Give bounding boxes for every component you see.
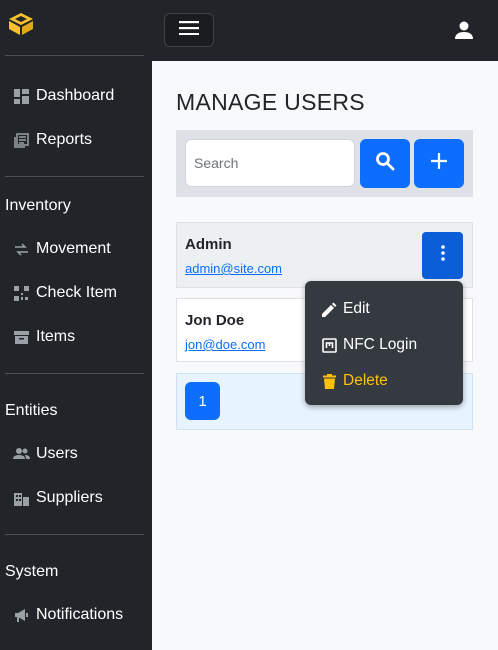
edit-menu-item[interactable]: Edit — [321, 300, 370, 318]
sidebar-item-label: Notifications — [36, 606, 124, 623]
menu-item-label: Delete — [343, 372, 388, 389]
sidebar-item-label: Suppliers — [36, 489, 103, 506]
search-button[interactable] — [360, 139, 410, 188]
user-actions-dropdown: Edit NFC Login Delete — [305, 281, 463, 405]
section-heading-entities: Entities — [5, 402, 58, 419]
nfc-login-menu-item[interactable]: NFC Login — [321, 336, 417, 354]
qr-code-icon — [12, 284, 30, 302]
suppliers-icon — [12, 489, 30, 507]
dashboard-icon — [12, 87, 30, 105]
sidebar-item-label: Reports — [36, 131, 93, 148]
page-button[interactable]: 1 — [185, 382, 220, 420]
divider — [5, 176, 144, 177]
sidebar-item-label: Check Item — [36, 284, 117, 301]
delete-menu-item[interactable]: Delete — [321, 372, 388, 390]
page-title: MANAGE USERS — [176, 89, 365, 115]
menu-item-label: Edit — [343, 300, 370, 317]
user-name: Admin — [185, 236, 232, 253]
user-email[interactable]: jon@doe.com — [185, 337, 265, 352]
sidebar-item-notifications[interactable]: Notifications — [12, 606, 123, 624]
archive-icon — [12, 328, 30, 346]
sidebar-item-movement[interactable]: Movement — [12, 240, 111, 258]
users-icon — [12, 445, 30, 463]
sidebar-item-items[interactable]: Items — [12, 328, 75, 346]
user-email[interactable]: admin@site.com — [185, 261, 282, 276]
divider — [5, 534, 144, 535]
movement-icon — [12, 240, 30, 258]
search-bar — [176, 130, 473, 197]
menu-item-label: NFC Login — [343, 336, 418, 353]
search-icon — [375, 151, 395, 176]
user-actions-button[interactable] — [422, 232, 463, 279]
hamburger-icon — [179, 20, 199, 40]
plus-icon — [430, 152, 448, 175]
sidebar-item-label: Items — [36, 328, 76, 345]
box-logo-icon[interactable] — [8, 12, 34, 36]
add-user-button[interactable] — [414, 139, 464, 188]
topbar — [152, 0, 498, 61]
sidebar-item-users[interactable]: Users — [12, 445, 78, 463]
sidebar-item-check-item[interactable]: Check Item — [12, 284, 117, 302]
user-name: Jon Doe — [185, 312, 245, 329]
sidebar-item-dashboard[interactable]: Dashboard — [12, 87, 114, 105]
trash-icon — [321, 373, 337, 389]
megaphone-icon — [12, 606, 30, 624]
sidebar-item-label: Dashboard — [36, 87, 115, 104]
user-card: Admin admin@site.com — [176, 222, 473, 288]
search-input[interactable] — [185, 139, 355, 187]
user-icon[interactable] — [454, 20, 474, 40]
divider — [5, 373, 144, 374]
nfc-icon — [321, 337, 337, 353]
menu-toggle-button[interactable] — [164, 13, 214, 47]
sidebar-item-reports[interactable]: Reports — [12, 131, 92, 149]
kebab-menu-icon — [440, 245, 445, 266]
sidebar: Dashboard Reports Inventory Movement Che… — [0, 0, 152, 650]
sidebar-item-label: Users — [36, 445, 78, 462]
sidebar-item-suppliers[interactable]: Suppliers — [12, 489, 103, 507]
section-heading-inventory: Inventory — [5, 197, 71, 214]
reports-icon — [12, 131, 30, 149]
sidebar-item-label: Movement — [36, 240, 111, 257]
pencil-icon — [321, 301, 337, 317]
section-heading-system: System — [5, 563, 59, 580]
divider — [5, 55, 144, 56]
